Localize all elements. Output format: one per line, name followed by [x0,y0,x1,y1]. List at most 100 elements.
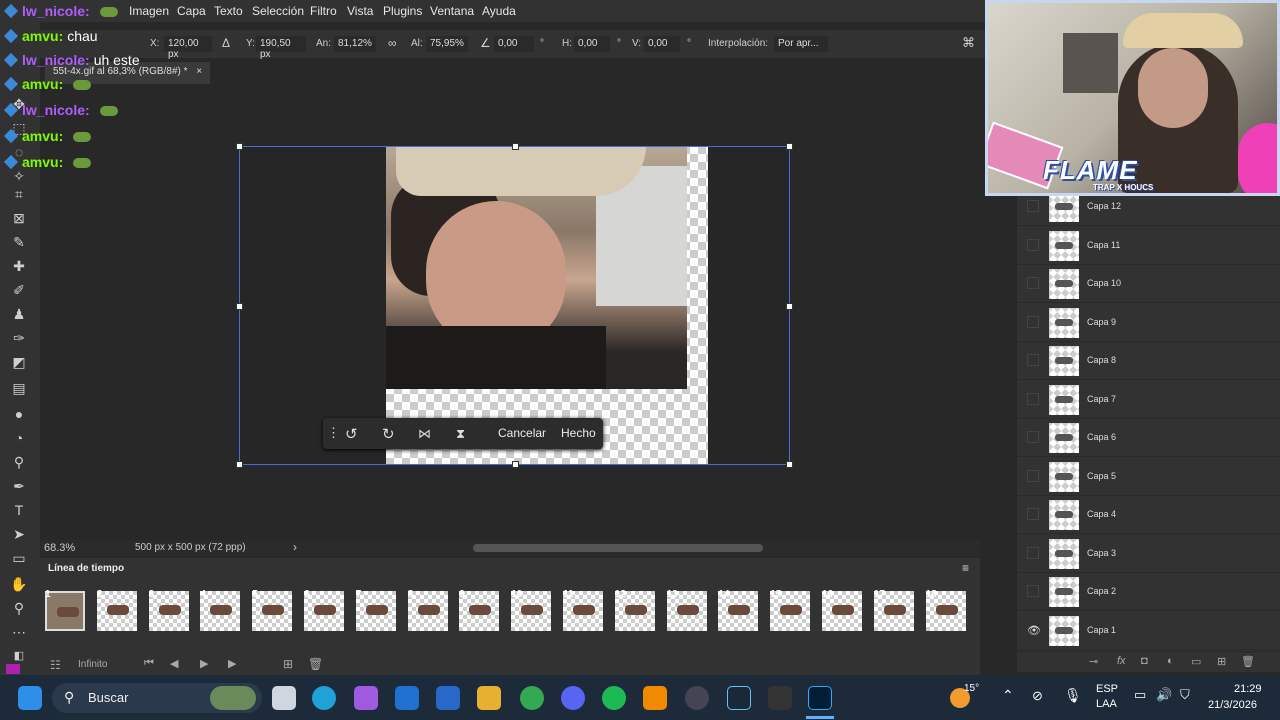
first-frame-icon[interactable]: ⏮ [144,657,154,670]
timeline-frame[interactable]: 13 [665,588,711,648]
vlc-icon[interactable] [643,686,667,710]
timeline-frame[interactable]: 1 [43,588,89,648]
zoom-level[interactable]: 68.3% [44,542,75,554]
timeline-frame[interactable]: 18 [924,588,970,648]
timeline-frame[interactable]: 10 [509,588,555,648]
link-layers-icon[interactable]: ⊸ [1089,655,1098,668]
done-button[interactable]: Hecho [561,426,596,440]
timeline-frame[interactable]: 17 [872,588,918,648]
link-icon[interactable]: ∞ [388,36,397,50]
x-field[interactable]: 120,00 px [164,36,212,60]
rotate-right-icon[interactable]: ↻ [382,425,395,443]
crop-tool-icon[interactable]: ⌗ [8,184,30,204]
handle-top-left[interactable] [236,143,243,150]
interpolation-select[interactable]: Por apr... [774,36,828,52]
language-line2[interactable]: LAA [1096,698,1117,710]
zoom-tool-icon[interactable]: ⚲ [8,598,30,618]
chrome-icon[interactable] [520,686,544,710]
timeline-frame[interactable]: 6 [302,588,348,648]
handle-middle-left[interactable] [236,303,243,310]
timeline-frame[interactable]: 5 [250,588,296,648]
chat-username[interactable]: lw_nicole: [22,102,90,118]
height-field[interactable]: 75,95% [426,36,468,52]
frame-tool-icon[interactable]: ⊠ [8,208,30,228]
display-icon[interactable]: ▭ [1134,687,1146,703]
y-field[interactable]: 190,50 px [256,36,306,60]
visibility-toggle[interactable] [1027,431,1039,443]
rectangle-tool-icon[interactable]: ▭ [8,548,30,568]
windows-start-icon[interactable] [18,686,42,710]
visibility-toggle[interactable] [1027,469,1039,482]
eraser-tool-icon[interactable]: ◩ [8,352,30,372]
drag-handle-icon[interactable]: ⋮ [327,425,340,441]
chevron-up-icon[interactable]: ⌃ [1002,687,1014,704]
zoom-lens-icon[interactable]: ⚲ [8,452,30,472]
group-icon[interactable]: ▭ [1191,655,1201,668]
duplicate-frame-icon[interactable]: ⊞ [283,657,293,671]
timeline-frame[interactable]: 14 [716,588,762,648]
visibility-toggle[interactable] [1027,315,1039,328]
menu-vista[interactable]: Vista [347,4,373,18]
gradient-tool-icon[interactable]: ▤ [8,378,30,398]
handle-top-center[interactable] [512,143,519,150]
adjustment-icon[interactable]: ◐ [1167,655,1174,667]
eye-icon[interactable]: 👁 [1027,624,1041,637]
visibility-toggle[interactable] [1027,508,1039,520]
hand-tool-icon[interactable]: ✋ [8,574,30,594]
timeline-frame[interactable]: 8 [406,588,452,648]
pen-tool-icon[interactable]: ✒ [8,476,30,496]
type-tool-icon[interactable]: T [8,500,30,520]
visibility-toggle[interactable] [1027,200,1039,212]
play-icon[interactable]: ▶ [200,657,208,670]
menu-filtro[interactable]: Filtro [310,4,337,18]
foreground-color-swatch[interactable] [6,664,20,674]
timeline-frame[interactable]: 2 [95,588,141,648]
loop-select[interactable]: Infinito [78,659,107,670]
visibility-toggle[interactable] [1027,585,1039,597]
chat-username[interactable]: amvu: [22,128,63,144]
obs-icon[interactable] [685,686,709,710]
handle-bottom-right[interactable] [786,461,793,468]
layer-row[interactable]: 👁 Capa 1 [1017,612,1280,650]
gta-icon[interactable] [768,686,792,710]
convert-icon[interactable]: ☷ [50,658,61,672]
layer-row[interactable]: Capa 4 [1017,496,1280,534]
flip-vertical-icon[interactable]: ⧗ [456,426,465,442]
delete-layer-icon[interactable]: 🗑 [1241,655,1255,668]
discord-icon[interactable] [561,686,585,710]
menu-plugins[interactable]: Plugins [383,4,422,18]
chat-username[interactable]: amvu: [22,28,63,44]
language-line1[interactable]: ESP [1096,683,1118,695]
visibility-toggle[interactable] [1027,546,1039,559]
copilot-icon[interactable] [354,686,378,710]
healing-brush-icon[interactable]: ✚ [8,256,30,276]
chat-username[interactable]: lw_nicole: [22,52,90,68]
layer-row[interactable]: Capa 9 [1017,304,1280,342]
clock-time[interactable]: 21:29 [1234,683,1262,695]
timeline-frame[interactable]: 7 [354,588,400,648]
flip-horizontal-icon[interactable]: ⋈ [418,426,431,442]
steam-icon[interactable] [727,686,751,710]
menu-ventana[interactable]: Ventana [430,4,474,18]
stamp-tool-icon[interactable]: ♟ [8,304,30,324]
history-brush-icon[interactable]: ✑ [8,328,30,348]
chat-username[interactable]: amvu: [22,154,63,170]
timeline-frame[interactable]: 16 [820,588,866,648]
layer-row[interactable]: Capa 11 [1017,227,1280,265]
microphone-icon[interactable]: 🎙 [1064,687,1082,704]
store-icon[interactable] [395,686,419,710]
menu-seleccion[interactable]: Selección [252,4,304,18]
visibility-toggle[interactable] [1027,277,1039,289]
layer-row[interactable]: Capa 5 [1017,458,1280,496]
chat-username[interactable]: lw_nicole: [22,3,90,19]
eyedropper-icon[interactable]: ✎ [8,232,30,252]
chat-username[interactable]: amvu: [22,76,63,92]
more-tools-icon[interactable]: ⋯ [8,622,30,642]
previous-frame-icon[interactable]: ◀ [170,657,178,670]
menu-capa[interactable]: Capa [177,4,206,18]
volume-icon[interactable]: 🔊 [1156,687,1172,703]
clock-date[interactable]: 21/3/2026 [1208,699,1257,711]
layer-row[interactable]: Capa 8 [1017,342,1280,380]
fx-icon[interactable]: fx [1117,655,1126,667]
width-field[interactable]: 81,12% [334,36,376,52]
